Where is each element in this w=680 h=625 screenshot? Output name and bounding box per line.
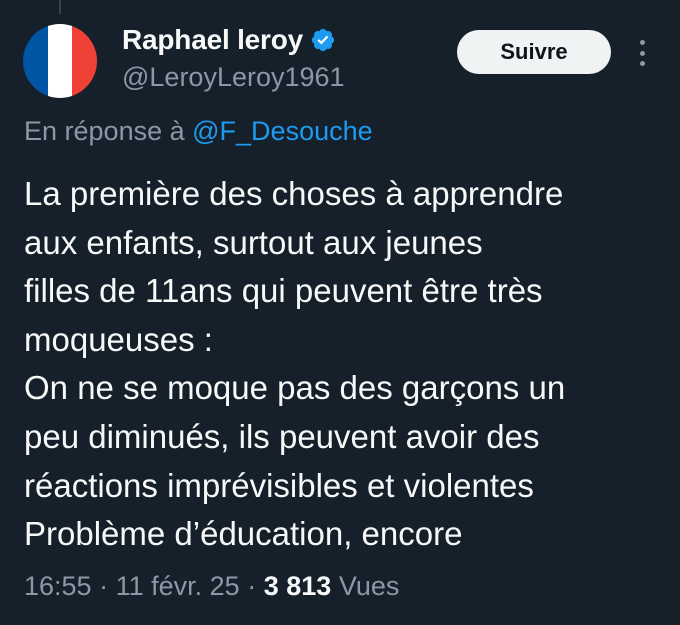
views-label: Vues	[338, 571, 400, 601]
follow-button[interactable]: Suivre	[457, 30, 611, 74]
tweet-text: La première des choses à apprendre aux e…	[24, 175, 566, 553]
tweet-date[interactable]: 11 févr. 25	[116, 571, 240, 601]
french-flag-icon-blue-band	[23, 24, 48, 98]
avatar[interactable]	[23, 24, 97, 98]
more-vertical-icon[interactable]	[630, 38, 654, 68]
reply-mention-link[interactable]: @F_Desouche	[192, 116, 373, 146]
reply-prefix: En réponse à	[24, 116, 185, 146]
more-dot	[639, 61, 645, 66]
tweet-card: Raphael leroy @LeroyLeroy1961 Suivre En …	[0, 0, 680, 625]
meta-separator: ·	[247, 571, 257, 601]
thread-connector-line	[59, 0, 61, 14]
more-dot	[639, 50, 645, 56]
verified-badge-icon[interactable]	[310, 27, 336, 53]
french-flag-icon-red-band	[72, 24, 97, 98]
reply-context: En réponse à @F_Desouche	[24, 116, 373, 147]
author-block: Raphael leroy @LeroyLeroy1961	[122, 22, 345, 93]
meta-separator: ·	[99, 571, 109, 601]
name-row: Raphael leroy	[122, 22, 345, 58]
author-handle[interactable]: @LeroyLeroy1961	[122, 62, 345, 93]
views-count: 3 813	[263, 571, 332, 601]
more-dot	[639, 40, 645, 45]
author-display-name[interactable]: Raphael leroy	[122, 24, 303, 56]
french-flag-icon-white-band	[47, 24, 73, 98]
tweet-meta: 16:55 · 11 févr. 25 · 3 813 Vues	[24, 571, 399, 602]
tweet-time[interactable]: 16:55	[24, 571, 92, 601]
